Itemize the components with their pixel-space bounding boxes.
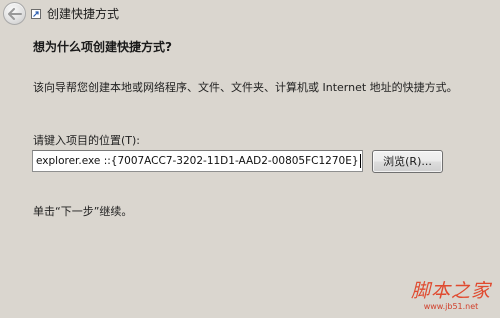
back-arrow-icon <box>8 8 22 20</box>
browse-button[interactable]: 浏览(R)... <box>372 150 443 173</box>
next-step-hint: 单击“下一步”继续。 <box>33 205 133 218</box>
back-button[interactable] <box>3 2 26 25</box>
watermark-url: www.jb51.net <box>423 302 479 311</box>
location-label: 请键入项目的位置(T): <box>33 134 141 147</box>
shortcut-icon <box>31 9 41 19</box>
wizard-header: 创建快捷方式 <box>0 0 500 32</box>
watermark-title: 脚本之家 <box>410 280 491 302</box>
wizard-page: 创建快捷方式 想为什么项创建快捷方式? 该向导帮您创建本地或网络程序、文件、文件… <box>0 0 500 318</box>
site-watermark: 脚本之家 www.jb51.net <box>408 280 494 312</box>
wizard-description: 该向导帮您创建本地或网络程序、文件、文件夹、计算机或 Internet 地址的快… <box>33 81 458 94</box>
window-title: 创建快捷方式 <box>47 7 120 21</box>
location-input-value: explorer.exe ::{7007ACC7-3202-11D1-AAD2-… <box>36 155 359 167</box>
text-caret <box>359 154 361 168</box>
location-input[interactable]: explorer.exe ::{7007ACC7-3202-11D1-AAD2-… <box>32 150 363 172</box>
page-heading: 想为什么项创建快捷方式? <box>33 40 172 54</box>
